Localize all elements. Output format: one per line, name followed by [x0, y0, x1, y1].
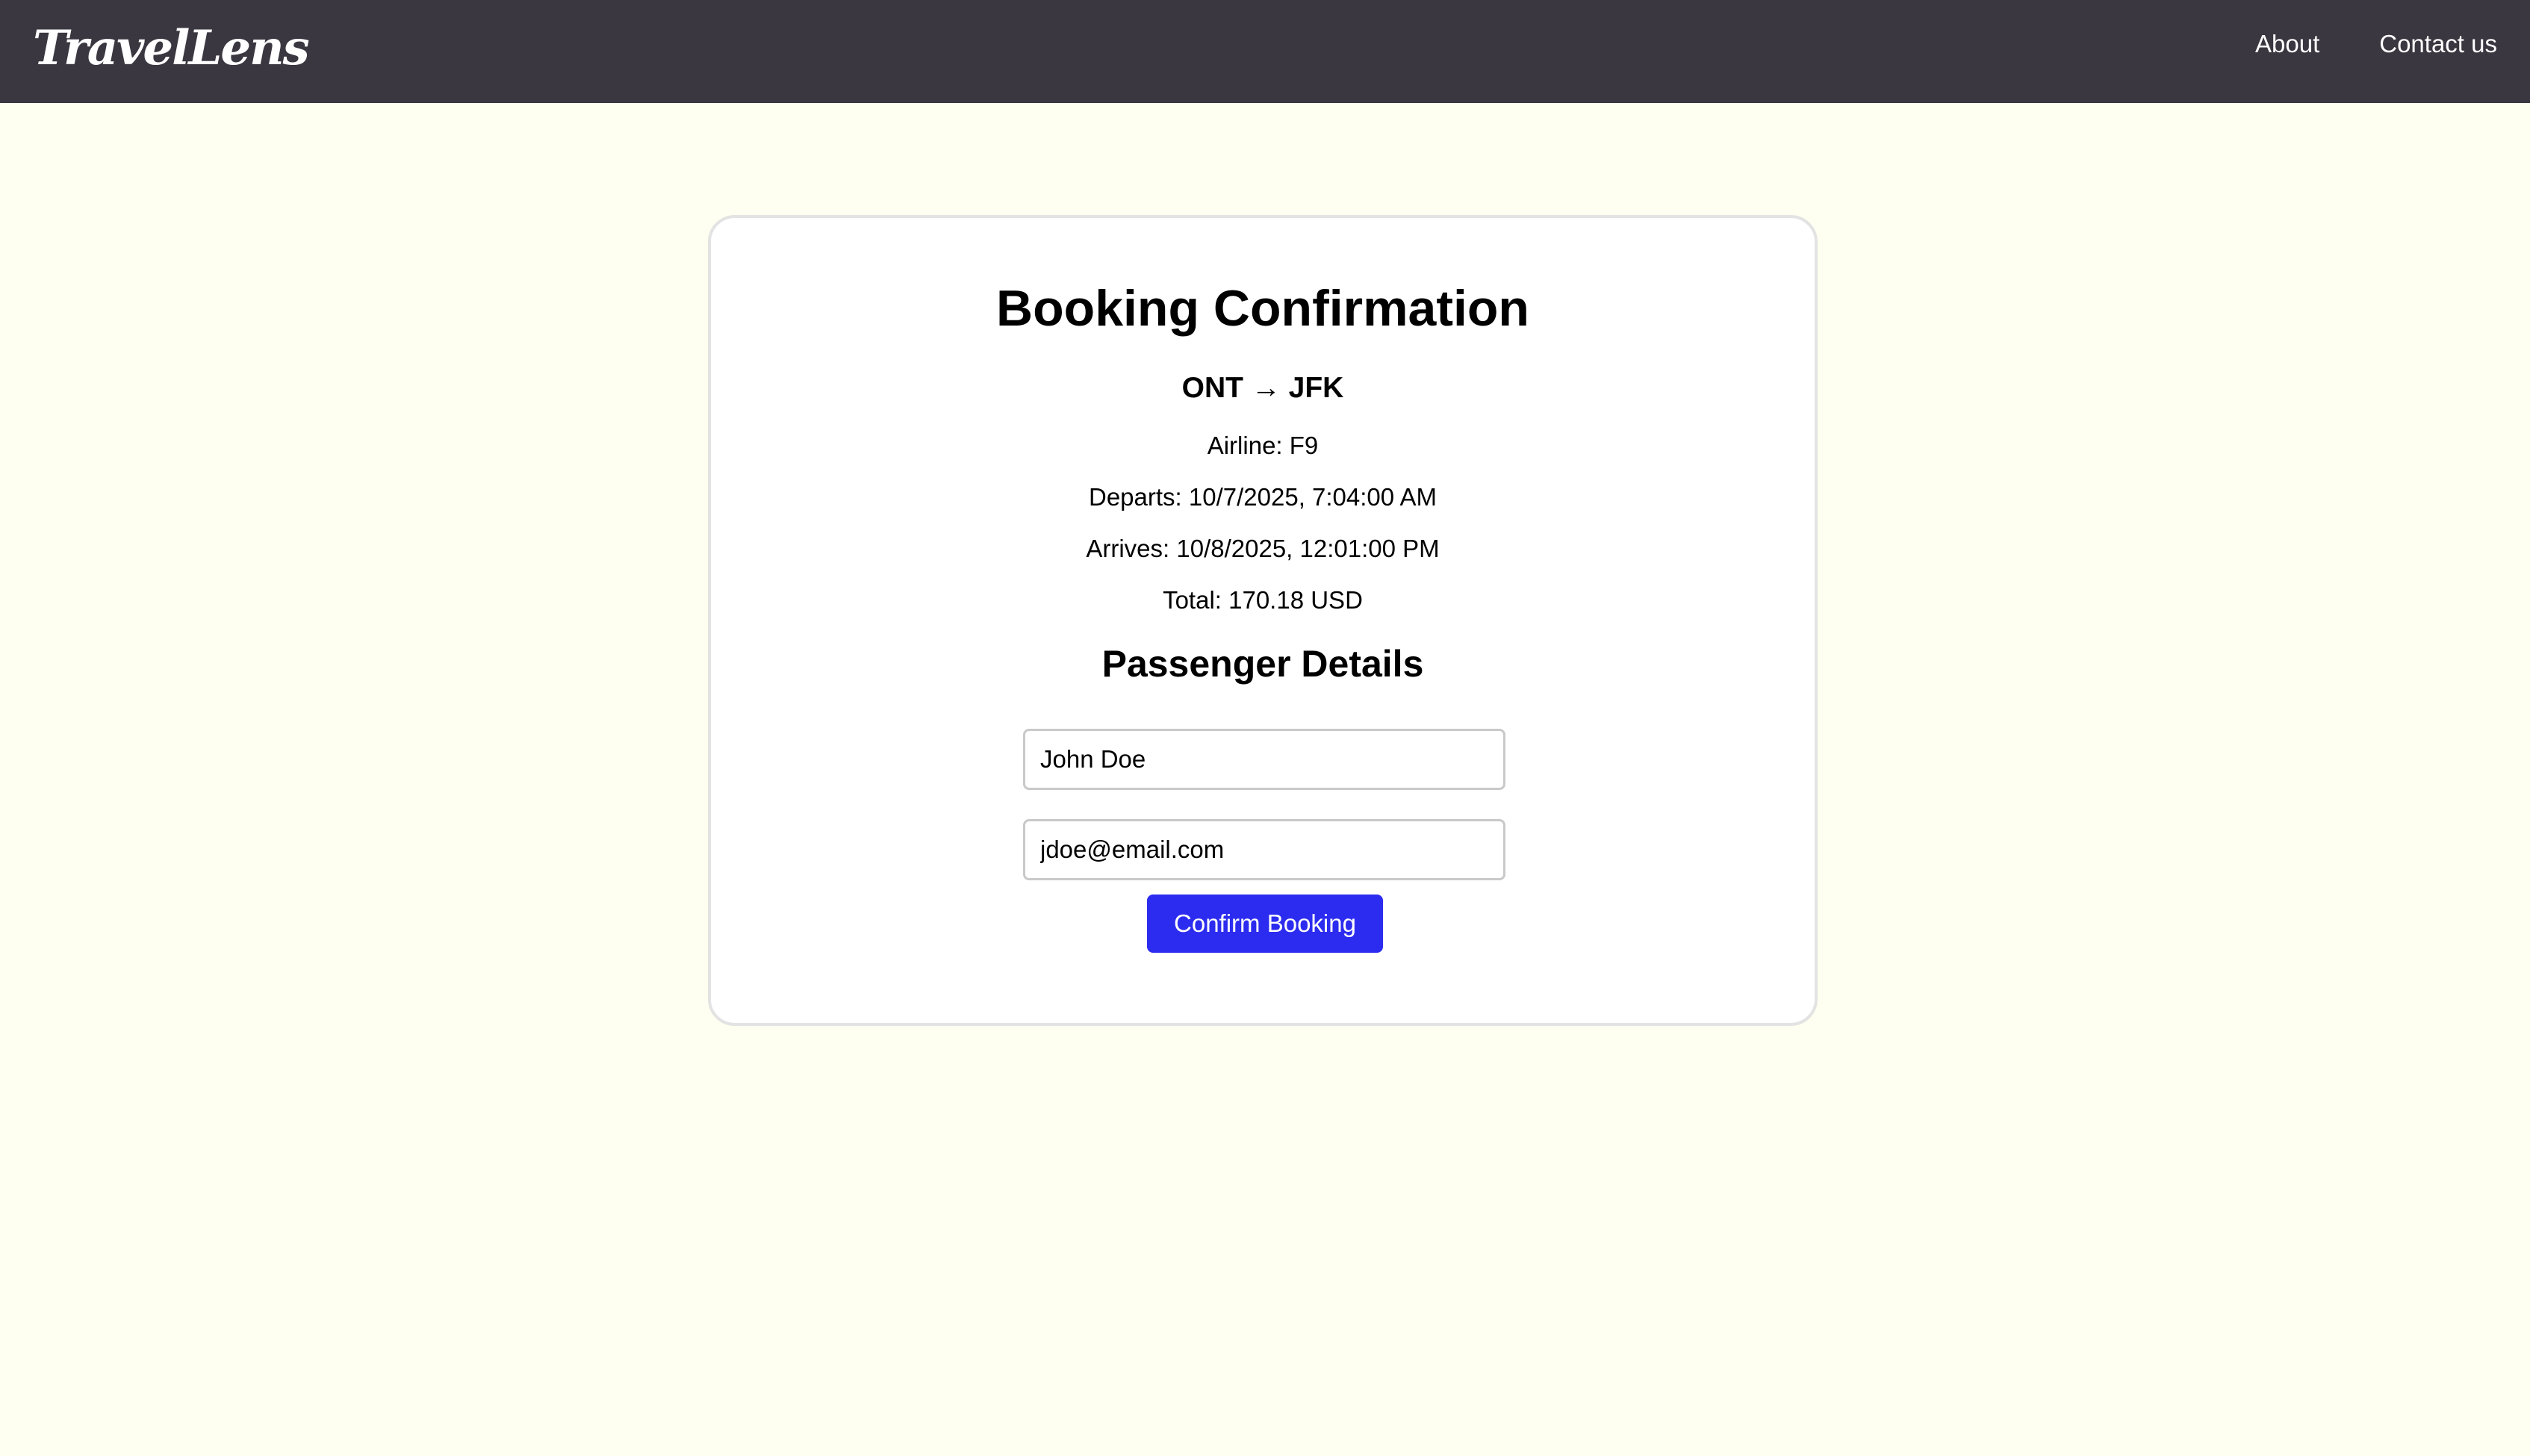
top-navbar: TravelLens About Contact us: [0, 0, 2530, 103]
airline-info: Airline: F9: [1207, 432, 1319, 459]
page-title: Booking Confirmation: [996, 280, 1529, 337]
booking-card: Booking Confirmation ONT → JFK Airline: …: [708, 215, 1818, 1026]
passenger-email-input[interactable]: [1023, 819, 1505, 880]
nav-link-about[interactable]: About: [2255, 30, 2319, 58]
nav-link-contact[interactable]: Contact us: [2379, 30, 2497, 58]
confirm-booking-button[interactable]: Confirm Booking: [1147, 895, 1383, 953]
passenger-details-heading: Passenger Details: [1101, 643, 1424, 685]
total-price: Total: 170.18 USD: [1163, 586, 1363, 614]
flight-route: ONT → JFK: [1181, 372, 1344, 404]
nav-links: About Contact us: [2255, 30, 2497, 58]
arrival-info: Arrives: 10/8/2025, 12:01:00 PM: [1086, 535, 1440, 562]
travellens-logo[interactable]: TravelLens: [33, 25, 310, 72]
passenger-name-input[interactable]: [1023, 729, 1505, 790]
departure-info: Departs: 10/7/2025, 7:04:00 AM: [1089, 483, 1437, 511]
